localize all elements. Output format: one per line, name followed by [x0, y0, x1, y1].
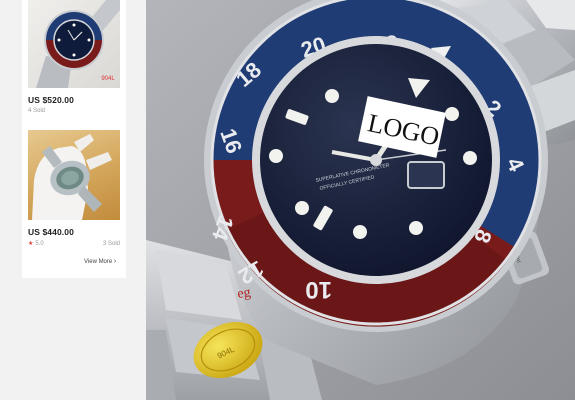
rating: ★ 5.0	[28, 240, 44, 248]
svg-text:e​g: e​g	[236, 285, 251, 302]
view-more-link[interactable]: View More ›	[84, 258, 116, 265]
watch-dial: SUPERLATIVE CHRONOMETER OFFICIALLY CERTI…	[260, 44, 492, 276]
chevron-right-icon: ›	[113, 258, 117, 265]
product-main-image[interactable]: ROLEX 20 22 2 4 8 8 10 12 14 16 18	[146, 0, 575, 400]
recommended-item-price: US $520.00	[28, 95, 74, 105]
star-icon: ★	[28, 241, 34, 247]
recommendation-panel: 904L US $520.00 4 Sold US $440.00 ★ 5.0 …	[22, 0, 126, 278]
thumbnail-tag: 904L	[101, 76, 115, 82]
bezel-numeral: 10	[305, 276, 332, 303]
recommended-item-sold-count: 3 Sold	[102, 240, 120, 247]
recommended-item-price: US $440.00	[28, 227, 74, 237]
recommended-item-card[interactable]: US $440.00 ★ 5.0 3 Sold	[28, 130, 120, 247]
recommended-item-thumbnail[interactable]: 904L	[28, 0, 120, 88]
recommended-item-sold-count: 4 Sold	[28, 108, 46, 114]
recommended-item-thumbnail[interactable]	[28, 130, 120, 220]
recommended-item-card[interactable]: 904L US $520.00 4 Sold	[28, 0, 120, 114]
view-more-label: View More	[84, 259, 113, 265]
rating-score: 5.0	[35, 240, 44, 247]
engraving-mark: e​g	[236, 285, 251, 302]
recommended-item-meta: ★ 5.0 3 Sold	[28, 240, 120, 248]
